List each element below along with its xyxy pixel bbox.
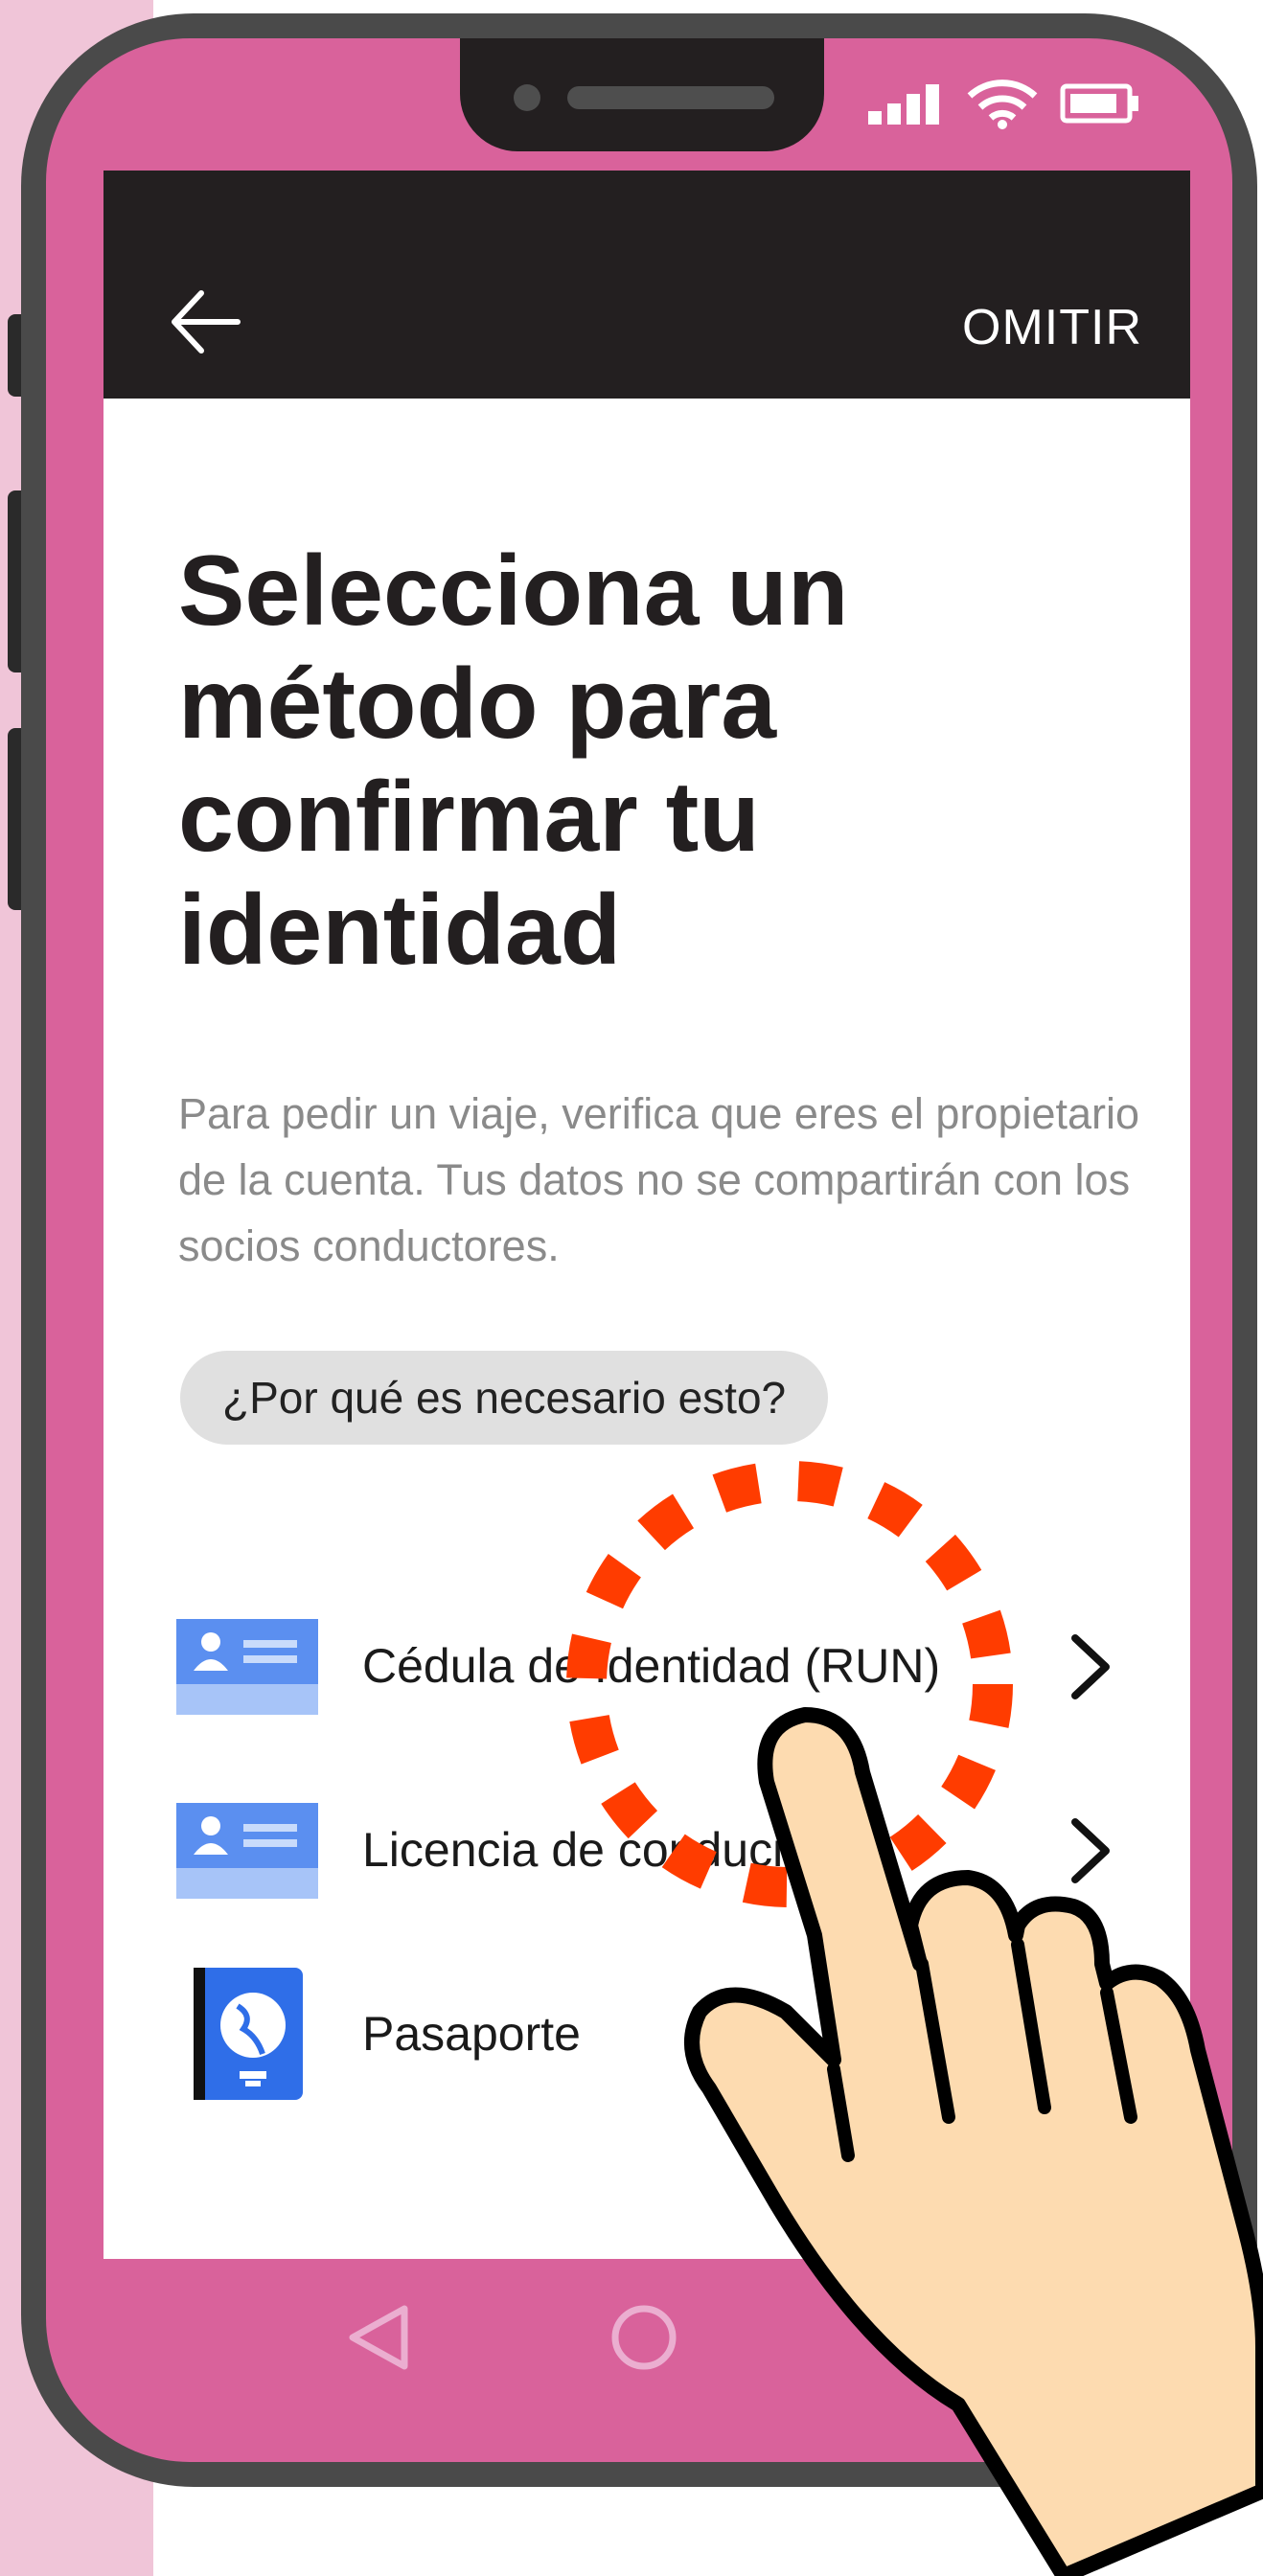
app-screen: OMITIR Selecciona un método para confirm… — [103, 171, 1190, 2259]
page-description: Para pedir un viaje, verifica que eres e… — [178, 1089, 1140, 1270]
chevron-right-icon — [1071, 1634, 1110, 1699]
passport-icon — [194, 1968, 303, 2100]
method-item-drivers-license[interactable]: Licencia de conducir — [103, 1774, 1190, 1927]
back-arrow-icon[interactable] — [167, 284, 243, 360]
method-item-passport[interactable]: Pasaporte — [103, 1958, 1190, 2111]
skip-button[interactable]: OMITIR — [962, 299, 1142, 356]
why-needed-button[interactable]: ¿Por qué es necesario esto? — [180, 1351, 829, 1445]
method-item-id-card[interactable]: Cédula de Identidad (RUN) — [103, 1590, 1190, 1744]
front-camera — [514, 84, 540, 111]
id-card-icon — [176, 1803, 318, 1899]
app-bar: OMITIR — [103, 171, 1190, 399]
battery-icon — [1060, 83, 1138, 124]
page-title: Selecciona un método para confirmar tu i… — [178, 536, 849, 986]
nav-back-icon[interactable] — [341, 2299, 418, 2376]
id-card-icon — [176, 1619, 318, 1715]
chevron-right-icon — [1071, 1818, 1110, 1883]
method-label-id-card: Cédula de Identidad (RUN) — [362, 1639, 941, 1693]
status-bar — [868, 77, 1140, 130]
method-label-passport: Pasaporte — [362, 2007, 581, 2061]
signal-icon — [868, 84, 939, 125]
method-label-drivers-license: Licencia de conducir — [362, 1823, 799, 1877]
nav-home-icon[interactable] — [606, 2299, 682, 2376]
earpiece-speaker — [567, 86, 774, 109]
wifi-icon — [967, 80, 1038, 129]
